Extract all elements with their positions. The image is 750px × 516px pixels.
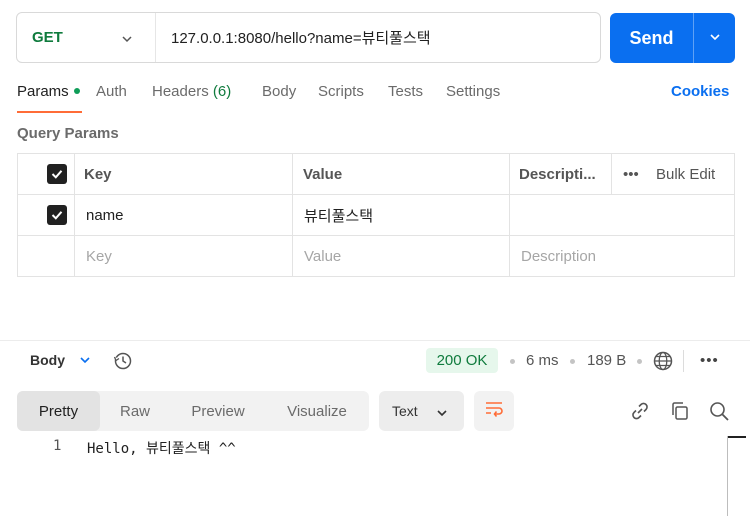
response-view-tabs: Pretty Raw Preview Visualize: [17, 391, 369, 431]
response-body-label[interactable]: Body: [30, 352, 65, 368]
tab-label: Body: [262, 83, 297, 100]
separator-dot: [570, 359, 575, 364]
format-label: Text: [392, 403, 418, 419]
status-badge[interactable]: 200 OK: [426, 348, 498, 373]
param-key[interactable]: name: [86, 195, 286, 235]
response-time[interactable]: 6 ms: [526, 352, 559, 369]
search-icon[interactable]: [708, 400, 730, 426]
more-options-button[interactable]: •••: [700, 352, 719, 369]
format-select[interactable]: Text: [379, 391, 464, 431]
checkbox-icon: [47, 164, 67, 184]
request-bar: GET 127.0.0.1:8080/hello?name=뷰티풀스택: [16, 12, 601, 63]
tab-headers[interactable]: Headers (6): [152, 83, 262, 113]
column-header-key: Key: [84, 165, 112, 183]
column-header-value: Value: [303, 165, 343, 183]
chevron-down-icon: [436, 406, 448, 422]
view-tab-raw[interactable]: Raw: [100, 391, 170, 431]
query-params-title: Query Params: [17, 125, 119, 142]
table-row: name 뷰티풀스택: [18, 195, 734, 236]
new-value-input[interactable]: Value: [304, 236, 504, 277]
param-description[interactable]: [521, 195, 721, 235]
more-options-icon[interactable]: •••: [623, 154, 645, 194]
url-input[interactable]: 127.0.0.1:8080/hello?name=뷰티풀스택: [156, 27, 431, 48]
bulk-edit-button[interactable]: Bulk Edit: [656, 154, 734, 194]
tab-label: Scripts: [318, 83, 364, 100]
code-line: Hello, 뷰티풀스택 ^^: [87, 441, 236, 457]
line-number: 1: [53, 438, 62, 454]
column-header-description: Descripti...: [519, 165, 596, 183]
select-all-checkbox[interactable]: [47, 154, 69, 194]
send-options-button[interactable]: [694, 13, 735, 63]
toolbar-divider: [683, 350, 684, 372]
tab-label: Headers: [152, 83, 209, 100]
separator-dot: [637, 359, 642, 364]
tab-scripts[interactable]: Scripts: [318, 83, 388, 113]
link-icon[interactable]: [629, 400, 651, 426]
wrap-lines-icon: [483, 398, 505, 424]
history-icon[interactable]: [112, 350, 134, 376]
tab-label: Auth: [96, 83, 127, 100]
wrap-lines-button[interactable]: [474, 391, 514, 431]
response-divider: [0, 340, 750, 341]
tab-params[interactable]: Params: [17, 83, 96, 113]
tab-tests[interactable]: Tests: [388, 83, 446, 113]
send-button-group: Send: [610, 13, 735, 63]
scrollbar[interactable]: [727, 436, 750, 516]
new-description-input[interactable]: Description: [521, 236, 721, 277]
separator-dot: [510, 359, 515, 364]
new-key-input[interactable]: Key: [86, 236, 286, 277]
query-params-table: Key Value Descripti... ••• Bulk Edit nam…: [17, 153, 735, 277]
param-value[interactable]: 뷰티풀스택: [304, 195, 504, 235]
params-active-dot: [73, 88, 80, 94]
table-row-empty: Key Value Description: [18, 236, 734, 277]
globe-icon[interactable]: [652, 350, 674, 376]
method-label: GET: [32, 29, 63, 46]
table-header-row: Key Value Descripti... ••• Bulk Edit: [18, 154, 734, 195]
tab-auth[interactable]: Auth: [96, 83, 152, 113]
view-tab-visualize[interactable]: Visualize: [266, 391, 368, 431]
response-size[interactable]: 189 B: [587, 352, 626, 369]
chevron-down-icon: [121, 32, 133, 49]
view-tab-pretty[interactable]: Pretty: [17, 391, 100, 431]
tab-label: Settings: [446, 83, 501, 100]
copy-icon[interactable]: [669, 400, 691, 426]
tab-settings[interactable]: Settings: [446, 83, 512, 113]
request-tabs: Params Auth Headers (6) Body Scripts Tes…: [17, 83, 512, 113]
tab-body[interactable]: Body: [262, 83, 318, 113]
tab-label: Tests: [388, 83, 424, 100]
row-checkbox[interactable]: [47, 195, 69, 235]
tab-label: Params: [17, 83, 69, 100]
cookies-link[interactable]: Cookies: [671, 83, 729, 100]
send-button[interactable]: Send: [610, 13, 693, 63]
chevron-down-icon: [709, 30, 721, 47]
checkbox-icon: [47, 205, 67, 225]
method-select[interactable]: GET: [17, 13, 156, 62]
headers-count: (6): [212, 83, 232, 100]
chevron-down-icon[interactable]: [78, 353, 92, 371]
view-tab-preview[interactable]: Preview: [170, 391, 266, 431]
